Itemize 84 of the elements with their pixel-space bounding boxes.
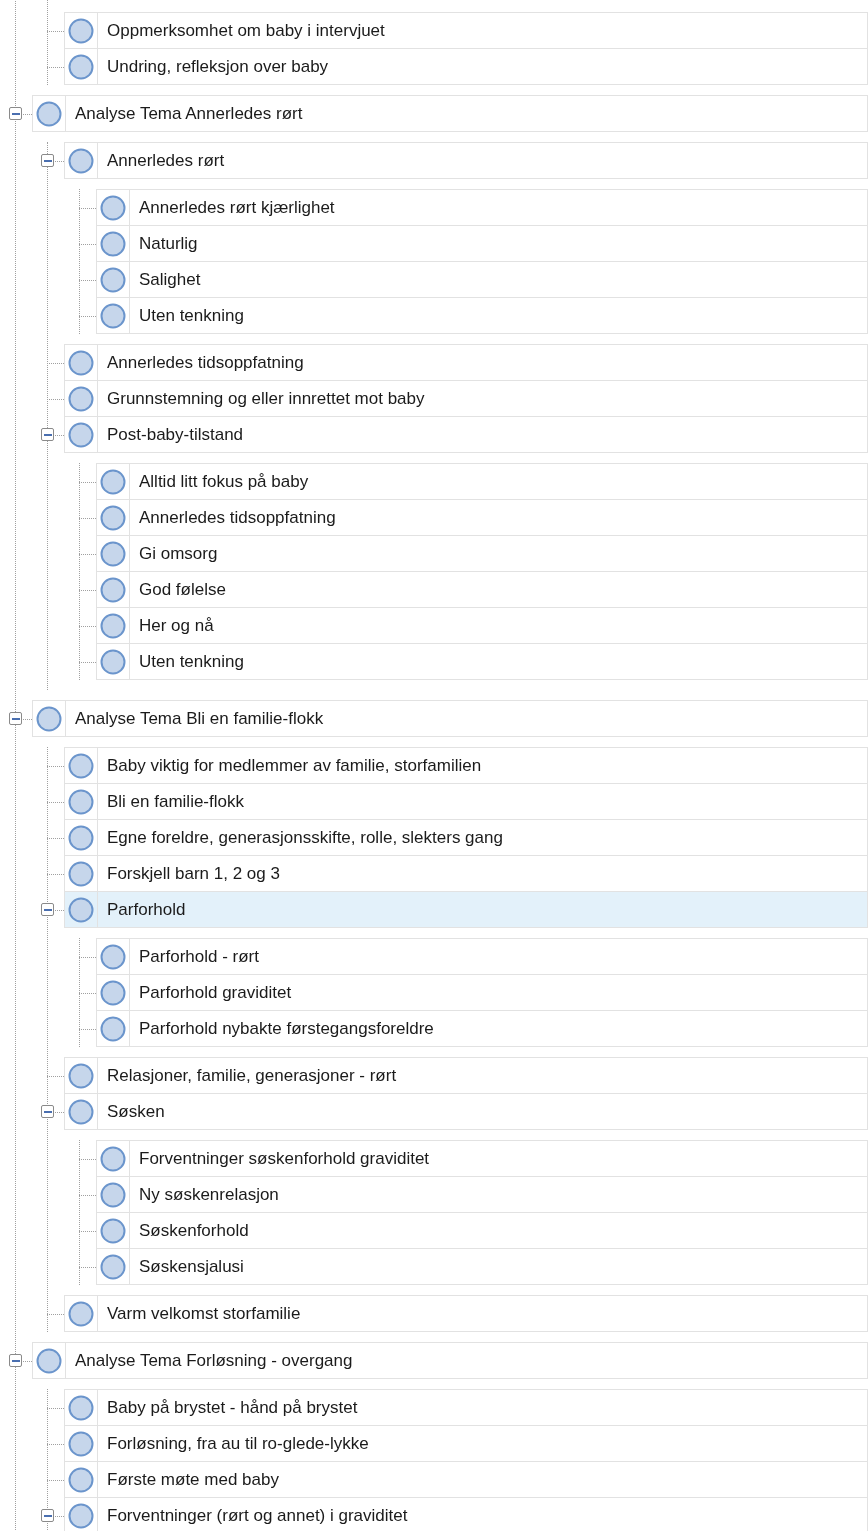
node-circle-icon	[100, 1145, 126, 1172]
node-circle-icon	[100, 1217, 126, 1244]
collapse-toggle[interactable]	[41, 903, 54, 916]
tree-item[interactable]: Baby viktig for medlemmer av familie, storfamilien	[64, 747, 868, 784]
collapse-toggle[interactable]	[41, 1105, 54, 1118]
tree-item[interactable]: Annerledes tidsoppfatning	[96, 499, 868, 536]
node-circle-icon	[68, 17, 94, 44]
node-circle-icon	[100, 540, 126, 567]
tree-item[interactable]: Analyse Tema Annerledes rørt	[32, 95, 868, 132]
node-circle-icon	[100, 648, 126, 675]
tree-item[interactable]: Oppmerksomhet om baby i intervjuet	[64, 12, 868, 49]
tree-item[interactable]: Analyse Tema Forløsning - overgang	[32, 1342, 868, 1379]
node-circle-icon	[68, 421, 94, 448]
collapse-toggle[interactable]	[41, 428, 54, 441]
tree-item[interactable]: Søskenforhold	[96, 1212, 868, 1249]
tree-item[interactable]: Forventninger søskenforhold graviditet	[96, 1140, 868, 1177]
tree-item[interactable]: Forløsning, fra au til ro-glede-lykke	[64, 1425, 868, 1462]
node-circle-icon	[100, 1253, 126, 1280]
tree-item[interactable]: Bli en familie-flokk	[64, 783, 868, 820]
tree-item[interactable]: Undring, refleksjon over baby	[64, 48, 868, 85]
node-circle-icon	[100, 266, 126, 293]
tree-item[interactable]: Gi omsorg	[96, 535, 868, 572]
tree-item[interactable]: Annerledes rørt	[64, 142, 868, 179]
node-circle-icon	[68, 349, 94, 376]
node-circle-icon	[100, 468, 126, 495]
node-circle-icon	[68, 53, 94, 80]
collapse-toggle[interactable]	[41, 154, 54, 167]
node-circle-icon	[100, 504, 126, 531]
node-circle-icon	[36, 100, 62, 127]
tree-item[interactable]: Egne foreldre, generasjonsskifte, rolle, slekters gang	[64, 819, 868, 856]
node-circle-icon	[36, 1347, 62, 1374]
tree-item[interactable]: Parforhold nybakte førstegangsforeldre	[96, 1010, 868, 1047]
node-circle-icon	[100, 612, 126, 639]
tree-item[interactable]: Parforhold graviditet	[96, 974, 868, 1011]
node-circle-icon	[68, 1394, 94, 1421]
node-circle-icon	[68, 147, 94, 174]
node-circle-icon	[68, 1300, 94, 1327]
node-circle-icon	[100, 943, 126, 970]
collapse-toggle[interactable]	[9, 1354, 22, 1367]
node-circle-icon	[68, 860, 94, 887]
tree-item[interactable]: Varm velkomst storfamilie	[64, 1295, 868, 1332]
tree-item[interactable]: Parforhold - rørt	[96, 938, 868, 975]
tree-item[interactable]: Relasjoner, familie, generasjoner - rørt	[64, 1057, 868, 1094]
tree-item[interactable]: Annerledes rørt kjærlighet	[96, 189, 868, 226]
tree-item[interactable]: Annerledes tidsoppfatning	[64, 344, 868, 381]
node-circle-icon	[100, 194, 126, 221]
node-circle-icon	[100, 576, 126, 603]
node-circle-icon	[68, 896, 94, 923]
tree-item[interactable]: Forventninger (rørt og annet) i graviditet	[64, 1497, 868, 1531]
tree-item[interactable]: Naturlig	[96, 225, 868, 262]
tree-item[interactable]: Baby på brystet - hånd på brystet	[64, 1389, 868, 1426]
node-circle-icon	[100, 230, 126, 257]
node-circle-icon	[36, 705, 62, 732]
node-circle-icon	[68, 1502, 94, 1529]
tree-item[interactable]: Post-baby-tilstand	[64, 416, 868, 453]
tree-item[interactable]: Søsken	[64, 1093, 868, 1130]
node-circle-icon	[100, 302, 126, 329]
node-circle-icon	[68, 824, 94, 851]
node-circle-icon	[68, 385, 94, 412]
tree-item[interactable]: Forskjell barn 1, 2 og 3	[64, 855, 868, 892]
tree-item[interactable]: Grunnstemning og eller innrettet mot baby	[64, 380, 868, 417]
tree-item[interactable]: Her og nå	[96, 607, 868, 644]
node-circle-icon	[100, 1181, 126, 1208]
node-circle-icon	[68, 1466, 94, 1493]
node-circle-icon	[100, 979, 126, 1006]
tree-item[interactable]: Analyse Tema Bli en familie-flokk	[32, 700, 868, 737]
node-circle-icon	[100, 1015, 126, 1042]
collapse-toggle[interactable]	[9, 107, 22, 120]
collapse-toggle[interactable]	[41, 1509, 54, 1522]
tree-item[interactable]: Første møte med baby	[64, 1461, 868, 1498]
node-circle-icon	[68, 1062, 94, 1089]
tree-item[interactable]: Salighet	[96, 261, 868, 298]
tree-item[interactable]: Alltid litt fokus på baby	[96, 463, 868, 500]
node-circle-icon	[68, 788, 94, 815]
node-circle-icon	[68, 1430, 94, 1457]
tree-item[interactable]: Søskensjalusi	[96, 1248, 868, 1285]
node-circle-icon	[68, 1098, 94, 1125]
collapse-toggle[interactable]	[9, 712, 22, 725]
tree-item[interactable]: Uten tenkning	[96, 643, 868, 680]
tree-item[interactable]: Uten tenkning	[96, 297, 868, 334]
tree-item[interactable]: Parforhold	[64, 891, 868, 928]
tree-item[interactable]: God følelse	[96, 571, 868, 608]
node-circle-icon	[68, 752, 94, 779]
tree-item[interactable]: Ny søskenrelasjon	[96, 1176, 868, 1213]
